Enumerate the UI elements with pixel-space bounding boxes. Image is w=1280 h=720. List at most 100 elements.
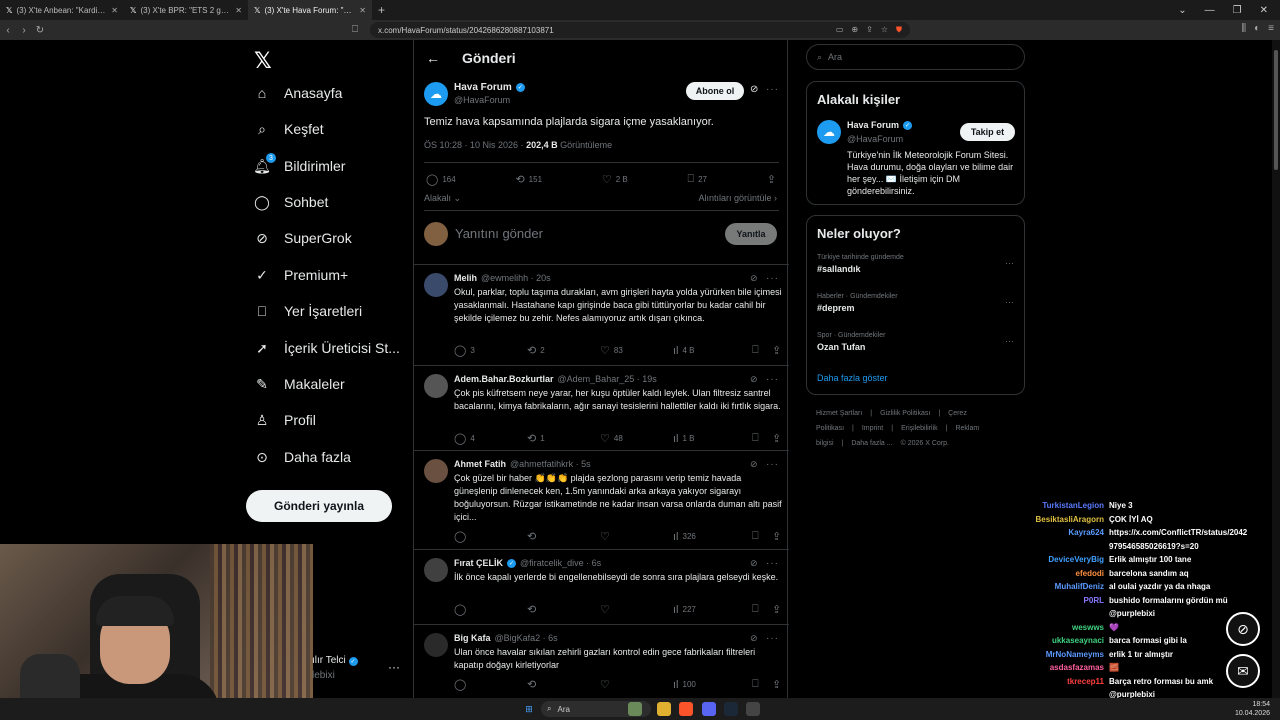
more-options-icon[interactable]: ··· xyxy=(766,633,779,644)
more-options-icon[interactable]: ··· xyxy=(766,273,779,284)
messages-float-icon[interactable]: ✉ xyxy=(1226,654,1260,688)
more-options-icon[interactable]: ··· xyxy=(766,84,779,95)
x-logo-icon[interactable]: 𝕏 xyxy=(254,48,272,74)
reply-handle[interactable]: @firatcelik_dive · 6s xyxy=(520,558,601,568)
nav-item-rocket[interactable]: ➚ İçerik Üreticisi St... xyxy=(254,340,400,357)
obs-icon[interactable] xyxy=(746,702,760,716)
related-handle[interactable]: @HavaForum xyxy=(847,134,903,144)
like-action[interactable]: ♡ 83 xyxy=(600,344,673,357)
trend-item[interactable]: Türkiye tarihinde gündemde #sallandık xyxy=(817,254,1017,274)
browser-tab[interactable]: 𝕏(3) X'te Hava Forum: "Temiz hava... ✕ xyxy=(248,0,372,20)
related-avatar[interactable]: ☁ xyxy=(817,120,841,144)
repost-action[interactable]: ⟲ 151 xyxy=(515,173,542,186)
share-action[interactable]: ⇪ xyxy=(772,678,784,691)
like-action[interactable]: ♡ xyxy=(600,603,673,616)
reply-post[interactable]: Big Kafa @BigKafa2 · 6s ⊘ ··· Ulan önce hava… xyxy=(414,624,789,704)
grok-icon[interactable]: ⊘ xyxy=(750,633,758,644)
new-tab-button[interactable]: + xyxy=(372,3,391,17)
account-more-icon[interactable]: ··· xyxy=(388,660,400,674)
grok-icon[interactable]: ⊘ xyxy=(750,558,758,569)
like-action[interactable]: ♡ 48 xyxy=(600,432,673,445)
like-action[interactable]: ♡ xyxy=(600,530,673,543)
scrollbar-thumb[interactable] xyxy=(1274,50,1278,170)
brave-shield-icon[interactable]: ⛊ xyxy=(896,25,902,35)
browser-tab[interactable]: 𝕏(3) X'te Anbean: "Kardiyoloji uzmanı✕ xyxy=(0,0,124,20)
close-window-icon[interactable]: ✕ xyxy=(1260,5,1268,16)
account-switcher[interactable]: ılır Telci ✓ lebixi xyxy=(312,655,358,681)
repost-action[interactable]: ⟲ xyxy=(527,530,600,543)
nav-item-home[interactable]: ⌂ Anasayfa xyxy=(254,85,343,101)
trend-item[interactable]: Spor · Gündemdekiler Ozan Tufan xyxy=(817,332,1017,352)
reply-action[interactable]: ◯ xyxy=(454,603,527,616)
reply-action[interactable]: ◯ xyxy=(454,678,527,691)
sort-dropdown[interactable]: Alakalı ⌄ xyxy=(424,193,461,204)
widget-icon[interactable] xyxy=(628,702,642,716)
reply-handle[interactable]: @ewmelihh · 20s xyxy=(481,273,551,283)
restore-icon[interactable]: ❐ xyxy=(1233,5,1242,16)
reply-avatar[interactable] xyxy=(424,374,448,398)
reply-post[interactable]: Melih @ewmelihh · 20s ⊘ ··· Okul, parklar, t… xyxy=(414,264,789,365)
bookmark-action[interactable]: ⎕ 27 xyxy=(687,173,707,186)
nav-item-article[interactable]: ✎ Makaleler xyxy=(254,376,345,393)
reply-author-name[interactable]: Ahmet Fatih xyxy=(454,459,506,469)
back-nav-icon[interactable]: ‹ xyxy=(0,25,16,36)
windows-start-icon[interactable]: ⊞ xyxy=(522,702,536,716)
repost-action[interactable]: ⟲ 2 xyxy=(527,344,600,357)
author-avatar[interactable]: ☁ xyxy=(424,82,448,106)
page-scrollbar[interactable] xyxy=(1272,40,1280,720)
footer-link[interactable]: © 2026 X Corp. xyxy=(901,440,949,447)
reply-handle[interactable]: @BigKafa2 · 6s xyxy=(495,633,558,643)
grok-icon[interactable]: ⊘ xyxy=(750,273,758,284)
more-options-icon[interactable]: ··· xyxy=(766,459,779,470)
nav-item-profile[interactable]: ♙ Profil xyxy=(254,412,316,429)
grok-icon[interactable]: ⊘ xyxy=(750,374,758,385)
like-action[interactable]: ♡ 2 B xyxy=(602,173,628,186)
nav-item-premium[interactable]: ✓ Premium+ xyxy=(254,267,348,284)
reply-avatar[interactable] xyxy=(424,459,448,483)
reply-avatar[interactable] xyxy=(424,633,448,657)
bookmark-action[interactable]: ⎕ xyxy=(752,603,772,616)
discord-icon[interactable] xyxy=(702,702,716,716)
reply-action[interactable]: ◯ 164 xyxy=(426,173,456,186)
nav-item-more-circle[interactable]: ⊙ Daha fazla xyxy=(254,449,351,466)
close-tab-icon[interactable]: ✕ xyxy=(111,6,118,15)
footer-link[interactable]: Imprint xyxy=(862,425,883,432)
bookmark-action[interactable]: ⎕ xyxy=(752,678,772,691)
views-action[interactable]: ıl 227 xyxy=(673,603,746,616)
reply-avatar[interactable] xyxy=(424,273,448,297)
reply-handle[interactable]: @Adem_Bahar_25 · 19s xyxy=(558,374,657,384)
nav-item-bell[interactable]: 🔔︎ 3 Bildirimler xyxy=(253,153,345,174)
nav-item-bookmark[interactable]: ⎕ Yer İşaretleri xyxy=(254,303,362,320)
author-name-row[interactable]: Hava Forum ✓ xyxy=(454,82,525,93)
like-action[interactable]: ♡ xyxy=(600,678,673,691)
repost-action[interactable]: ⟲ xyxy=(527,678,600,691)
reply-post[interactable]: Adem.Bahar.Bozkurtlar @Adem_Bahar_25 · 19… xyxy=(414,365,789,450)
reply-post[interactable]: Ahmet Fatih @ahmetfatihkrk · 5s ⊘ ··· Çok gü… xyxy=(414,450,789,549)
trend-more-icon[interactable]: ··· xyxy=(1005,297,1014,307)
views-action[interactable]: ıl 4 B xyxy=(673,344,746,357)
views-action[interactable]: ıl 1 B xyxy=(673,432,746,445)
folder-icon[interactable] xyxy=(657,702,671,716)
reply-button[interactable]: Yanıtla xyxy=(725,223,777,245)
close-tab-icon[interactable]: ✕ xyxy=(235,6,242,15)
library-icon[interactable]: ⫼ xyxy=(1242,23,1247,34)
share-action[interactable]: ⇪ xyxy=(772,344,784,357)
reply-action[interactable]: ◯ 4 xyxy=(454,432,527,445)
zoom-icon[interactable]: ⊕ xyxy=(851,25,858,35)
post-button[interactable]: Gönderi yayınla xyxy=(246,490,392,522)
nav-item-chat[interactable]: ◯ Sohbet xyxy=(254,194,328,211)
brave-icon[interactable] xyxy=(679,702,693,716)
more-options-icon[interactable]: ··· xyxy=(766,374,779,385)
menu-icon[interactable]: ≡ xyxy=(1268,23,1274,34)
repost-action[interactable]: ⟲ 1 xyxy=(527,432,600,445)
search-input[interactable]: ⌕ Ara xyxy=(806,44,1025,70)
reply-author-name[interactable]: Melih xyxy=(454,273,477,283)
repost-action[interactable]: ⟲ xyxy=(527,603,600,616)
bookmark-page-icon[interactable]: ⎕ xyxy=(352,24,358,35)
url-input[interactable]: x.com/HavaForum/status/20426862808871038… xyxy=(370,22,910,38)
reply-avatar[interactable] xyxy=(424,558,448,582)
reload-icon[interactable]: ↻ xyxy=(32,25,48,36)
reply-action[interactable]: ◯ xyxy=(454,530,527,543)
grok-float-icon[interactable]: ⊘ xyxy=(1226,612,1260,646)
views-action[interactable]: ıl 100 xyxy=(673,678,746,691)
